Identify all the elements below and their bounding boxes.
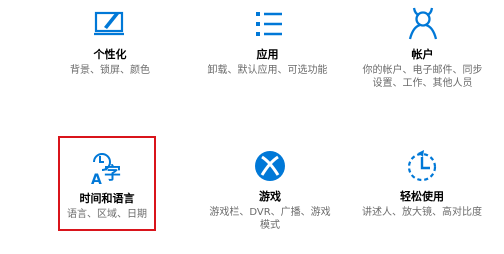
settings-tile-personalization[interactable]: 个性化 背景、锁屏、颜色: [70, 6, 150, 77]
tile-description: 讲述人、放大镜、高对比度: [362, 207, 482, 218]
tile-title: 帐户: [411, 48, 434, 61]
tile-title: 游戏: [259, 190, 281, 203]
tile-description: 你的帐户、电子邮件、同步 设置、工作、其他人员: [362, 65, 483, 89]
svg-text:A: A: [91, 172, 102, 186]
tile-title: 轻松使用: [400, 190, 444, 203]
accounts-icon: [405, 6, 441, 42]
tile-title: 个性化: [93, 48, 127, 61]
time-language-icon: A 字: [89, 150, 125, 186]
ease-of-access-icon: [404, 148, 440, 184]
tile-title: 应用: [256, 48, 279, 61]
settings-tile-ease-of-access[interactable]: 轻松使用 讲述人、放大镜、高对比度: [362, 148, 482, 219]
personalization-icon: [92, 6, 128, 42]
apps-icon: [250, 6, 286, 42]
settings-tile-accounts[interactable]: 帐户 你的帐户、电子邮件、同步 设置、工作、其他人员: [363, 6, 483, 90]
tile-description: 卸载、默认应用、可选功能: [207, 65, 328, 76]
tile-description: 语言、区域、日期: [67, 209, 147, 220]
gaming-xbox-icon: [252, 148, 288, 184]
tile-title: 时间和语言: [79, 192, 135, 205]
tile-description: 游戏栏、DVR、广播、游戏 模式: [209, 207, 331, 231]
settings-tile-apps[interactable]: 应用 卸载、默认应用、可选功能: [208, 6, 328, 77]
tile-description: 背景、锁屏、颜色: [70, 65, 150, 76]
svg-text:字: 字: [104, 163, 121, 184]
settings-tile-gaming[interactable]: 游戏 游戏栏、DVR、广播、游戏 模式: [209, 148, 331, 232]
settings-tile-time-language[interactable]: A 字 时间和语言 语言、区域、日期: [58, 136, 156, 231]
